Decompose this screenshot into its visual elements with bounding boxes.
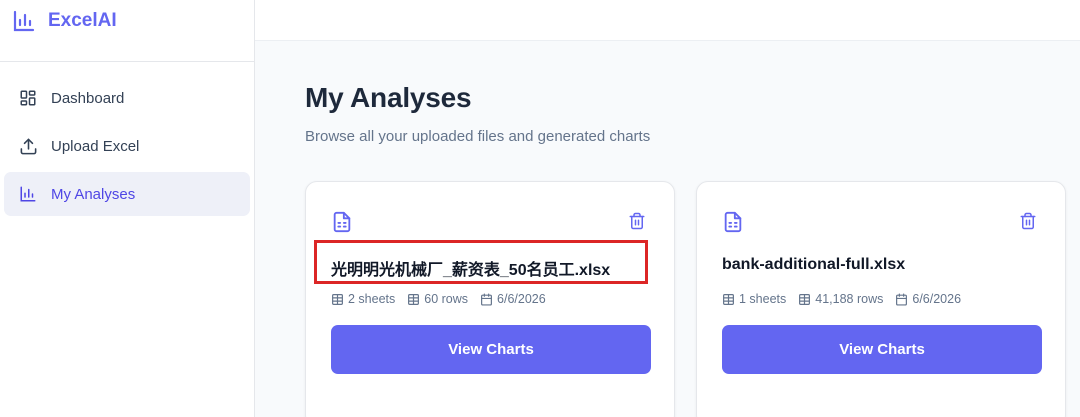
page-header: My Analyses Browse all your uploaded fil…	[305, 82, 650, 145]
date-text: 6/6/2026	[497, 292, 546, 306]
file-card: bank-additional-full.xlsx 1 sheets 41,18…	[696, 181, 1066, 417]
sidebar-item-upload-excel[interactable]: Upload Excel	[4, 124, 250, 168]
bar-chart-icon	[12, 8, 38, 34]
sheets-text: 2 sheets	[348, 292, 396, 306]
sidebar-item-label: Upload Excel	[51, 137, 140, 155]
sheets-text: 1 sheets	[739, 292, 787, 306]
file-name: bank-additional-full.xlsx	[722, 256, 906, 273]
trash-icon[interactable]	[1019, 212, 1037, 230]
sidebar-item-label: Dashboard	[51, 89, 125, 107]
view-charts-button[interactable]: View Charts	[722, 325, 1042, 374]
app-name: ExcelAI	[48, 9, 117, 31]
dashboard-icon	[18, 88, 38, 108]
table-icon	[407, 293, 420, 306]
calendar-icon	[895, 292, 908, 306]
top-bar	[255, 0, 1080, 41]
sidebar: ExcelAI Dashboard Upload Excel My Analys…	[0, 0, 255, 417]
sidebar-item-label: My Analyses	[51, 185, 136, 203]
brand[interactable]: ExcelAI	[0, 0, 254, 62]
sidebar-nav: Dashboard Upload Excel My Analyses	[0, 62, 254, 216]
upload-date: 6/6/2026	[895, 292, 961, 306]
table-icon	[331, 293, 344, 306]
rows-count: 60 rows	[407, 292, 468, 306]
view-charts-button[interactable]: View Charts	[331, 325, 651, 374]
sidebar-item-dashboard[interactable]: Dashboard	[4, 76, 250, 120]
file-name: 光明明光机械厂_薪资表_50名员工.xlsx	[331, 262, 611, 279]
sheets-count: 2 sheets	[331, 292, 395, 306]
file-meta: 2 sheets 60 rows 6/6/2026	[331, 292, 558, 306]
page-title: My Analyses	[305, 82, 472, 113]
table-icon	[798, 293, 811, 306]
sheets-count: 1 sheets	[722, 292, 786, 306]
file-spreadsheet-icon	[722, 210, 744, 234]
bar-chart-icon	[18, 184, 38, 204]
file-card: 光明明光机械厂_薪资表_50名员工.xlsx 2 sheets 60 rows …	[305, 181, 675, 417]
sidebar-item-my-analyses[interactable]: My Analyses	[4, 172, 250, 216]
upload-icon	[18, 136, 38, 156]
table-icon	[722, 293, 735, 306]
trash-icon[interactable]	[628, 212, 646, 230]
date-text: 6/6/2026	[912, 292, 962, 306]
rows-count: 41,188 rows	[798, 292, 883, 306]
upload-date: 6/6/2026	[480, 292, 546, 306]
file-meta: 1 sheets 41,188 rows 6/6/2026	[722, 292, 973, 306]
rows-text: 41,188 rows	[815, 292, 884, 306]
page-subtitle: Browse all your uploaded files and gener…	[305, 128, 651, 145]
file-spreadsheet-icon	[331, 210, 353, 234]
calendar-icon	[480, 292, 493, 306]
rows-text: 60 rows	[424, 292, 469, 306]
